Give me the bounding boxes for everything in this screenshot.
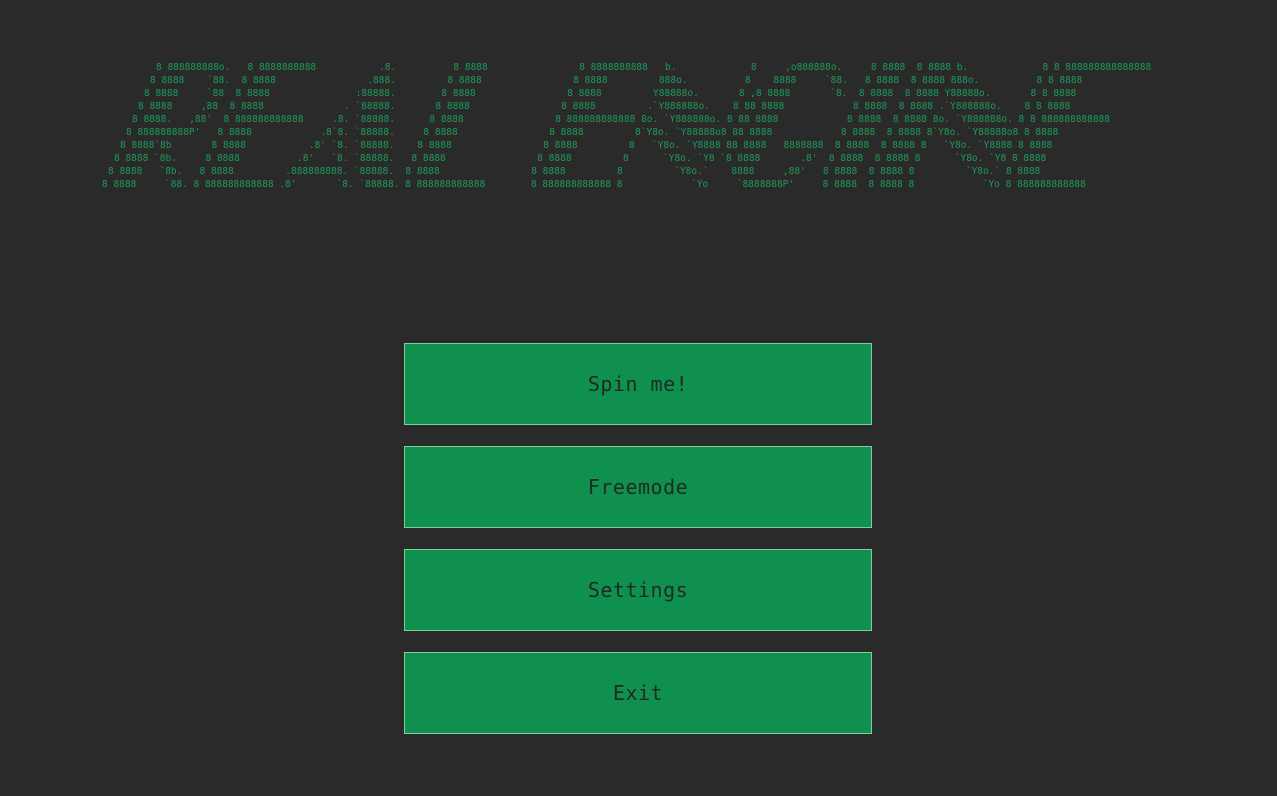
logo-line-4: 8 8888 ,88 8 8888 . `88888. 8 8888 8 888…: [138, 101, 1071, 112]
logo-line-9: 8 8888 `8b. 8 8888 .888888888. `88888. 8…: [108, 166, 1041, 177]
logo-line-8: 8 8888 `8b. 8 8888 .8' `8. `88888. 8 888…: [114, 153, 1047, 164]
main-menu-screen: 8 888888888o. 8 8888888888 .8. 8 8888 8 …: [0, 0, 1277, 796]
spin-me-button[interactable]: Spin me!: [404, 343, 872, 425]
logo-line-6: 8 888888888P' 8 8888 .8`8. `88888. 8 888…: [126, 127, 1059, 138]
logo-line-3: 8 8888 `88 8 8888 :88888. 8 8888 8 8888 …: [144, 88, 1077, 99]
logo-line-7: 8 8888`8b 8 8888 .8' `8. `88888. 8 8888 …: [120, 140, 1053, 151]
ascii-art-title-logo: 8 888888888o. 8 8888888888 .8. 8 8888 8 …: [0, 61, 1277, 196]
logo-line-2: 8 8888 `88. 8 8888 .888. 8 8888 8 8888 8…: [150, 75, 1083, 86]
logo-line-5: 8 8888. ,88' 8 888888888888 .8. `88888. …: [132, 114, 1111, 125]
exit-button[interactable]: Exit: [404, 652, 872, 734]
logo-line-10: 8 8888 `88. 8 888888888888 .8' `8. `8888…: [102, 179, 1086, 190]
freemode-button[interactable]: Freemode: [404, 446, 872, 528]
logo-line-1: 8 888888888o. 8 8888888888 .8. 8 8888 8 …: [156, 62, 1152, 73]
settings-button[interactable]: Settings: [404, 549, 872, 631]
